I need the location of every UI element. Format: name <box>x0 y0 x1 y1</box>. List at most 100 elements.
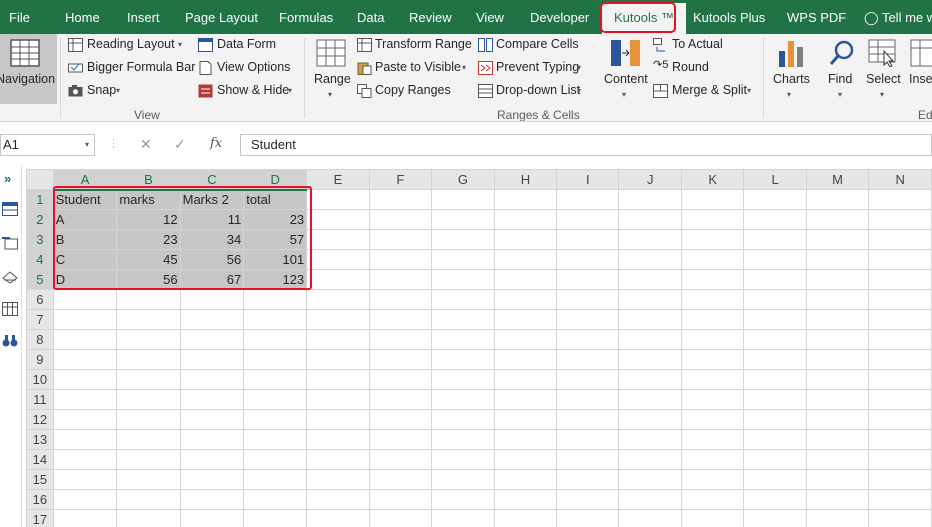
name-manager-pane-icon[interactable] <box>2 270 18 284</box>
cell[interactable] <box>868 349 932 370</box>
find-button[interactable]: Find ▾ <box>822 36 860 104</box>
cell[interactable] <box>743 489 807 510</box>
cell[interactable] <box>556 189 620 210</box>
cell[interactable] <box>431 469 495 490</box>
cell[interactable] <box>868 429 932 450</box>
cell[interactable] <box>306 249 370 270</box>
row-header[interactable]: 10 <box>26 369 54 390</box>
cell[interactable] <box>368 229 433 250</box>
column-list-pane-icon[interactable] <box>2 302 18 316</box>
cell[interactable] <box>52 309 118 330</box>
cell[interactable] <box>243 369 308 390</box>
cell[interactable] <box>431 489 495 510</box>
cell[interactable] <box>493 289 558 310</box>
cell[interactable] <box>52 489 118 510</box>
autotext-pane-icon[interactable] <box>2 236 18 250</box>
row-header[interactable]: 3 <box>26 229 54 250</box>
cell[interactable] <box>52 509 118 527</box>
cell[interactable] <box>431 429 495 450</box>
cell[interactable] <box>368 189 433 210</box>
cell[interactable] <box>868 329 932 350</box>
column-header-h[interactable]: H <box>493 169 558 190</box>
cell[interactable] <box>743 309 807 330</box>
cell[interactable] <box>243 449 308 470</box>
column-header-i[interactable]: I <box>556 169 620 190</box>
cell[interactable] <box>805 189 870 210</box>
insert-function-icon[interactable]: fx <box>210 136 222 151</box>
cell[interactable] <box>743 469 807 490</box>
cell[interactable] <box>618 449 682 470</box>
column-header-j[interactable]: J <box>618 169 682 190</box>
cell[interactable] <box>179 309 245 330</box>
column-header-g[interactable]: G <box>431 169 495 190</box>
cell[interactable] <box>868 289 932 310</box>
cell[interactable] <box>116 489 181 510</box>
cell[interactable] <box>368 509 433 527</box>
tab-page-layout[interactable]: Page Layout <box>185 0 258 34</box>
cell[interactable] <box>243 309 308 330</box>
cell[interactable]: A <box>52 209 118 230</box>
cell[interactable]: 23 <box>243 209 308 230</box>
row-header[interactable]: 14 <box>26 449 54 470</box>
row-header[interactable]: 15 <box>26 469 54 490</box>
cell[interactable] <box>493 449 558 470</box>
cell[interactable] <box>805 429 870 450</box>
select-all-corner[interactable] <box>26 169 54 190</box>
row-header[interactable]: 12 <box>26 409 54 430</box>
cell[interactable] <box>368 349 433 370</box>
tab-file[interactable]: File <box>9 0 30 34</box>
cell[interactable] <box>243 389 308 410</box>
cell[interactable]: 56 <box>179 249 245 270</box>
cell[interactable] <box>368 469 433 490</box>
row-header[interactable]: 13 <box>26 429 54 450</box>
cell[interactable] <box>306 349 370 370</box>
cell[interactable] <box>306 269 370 290</box>
cell[interactable] <box>618 229 682 250</box>
cell[interactable] <box>556 489 620 510</box>
cell[interactable] <box>368 329 433 350</box>
cell[interactable]: B <box>52 229 118 250</box>
cell[interactable] <box>680 429 745 450</box>
cell[interactable] <box>805 309 870 330</box>
row-header[interactable]: 6 <box>26 289 54 310</box>
cell[interactable] <box>493 429 558 450</box>
cell[interactable] <box>493 349 558 370</box>
cell[interactable] <box>431 389 495 410</box>
cell[interactable] <box>52 349 118 370</box>
cell[interactable] <box>618 329 682 350</box>
cell[interactable] <box>743 229 807 250</box>
cell[interactable] <box>368 269 433 290</box>
cell[interactable] <box>868 309 932 330</box>
cell[interactable] <box>868 509 932 527</box>
cell[interactable] <box>680 369 745 390</box>
insert-button[interactable]: Inse <box>906 36 932 104</box>
cell[interactable] <box>243 429 308 450</box>
cell[interactable] <box>52 329 118 350</box>
cell[interactable] <box>805 469 870 490</box>
row-header[interactable]: 5 <box>26 269 54 290</box>
cell[interactable]: Marks 2 <box>179 189 245 210</box>
cell[interactable] <box>618 269 682 290</box>
column-header-m[interactable]: M <box>805 169 870 190</box>
cell[interactable] <box>680 249 745 270</box>
row-header[interactable]: 1 <box>26 189 54 210</box>
cell[interactable] <box>680 489 745 510</box>
cell[interactable] <box>556 329 620 350</box>
cell[interactable] <box>805 209 870 230</box>
cell[interactable] <box>116 309 181 330</box>
cell[interactable] <box>868 269 932 290</box>
row-header[interactable]: 8 <box>26 329 54 350</box>
cell[interactable] <box>618 209 682 230</box>
cell[interactable] <box>680 329 745 350</box>
cell[interactable] <box>618 349 682 370</box>
cell[interactable] <box>556 369 620 390</box>
cell[interactable] <box>680 209 745 230</box>
column-header-b[interactable]: B <box>116 169 181 191</box>
cell[interactable] <box>306 209 370 230</box>
cell[interactable]: 23 <box>116 229 181 250</box>
cell[interactable] <box>306 489 370 510</box>
cell[interactable] <box>52 289 118 310</box>
cell[interactable] <box>493 369 558 390</box>
cell[interactable] <box>116 349 181 370</box>
cell[interactable] <box>805 489 870 510</box>
